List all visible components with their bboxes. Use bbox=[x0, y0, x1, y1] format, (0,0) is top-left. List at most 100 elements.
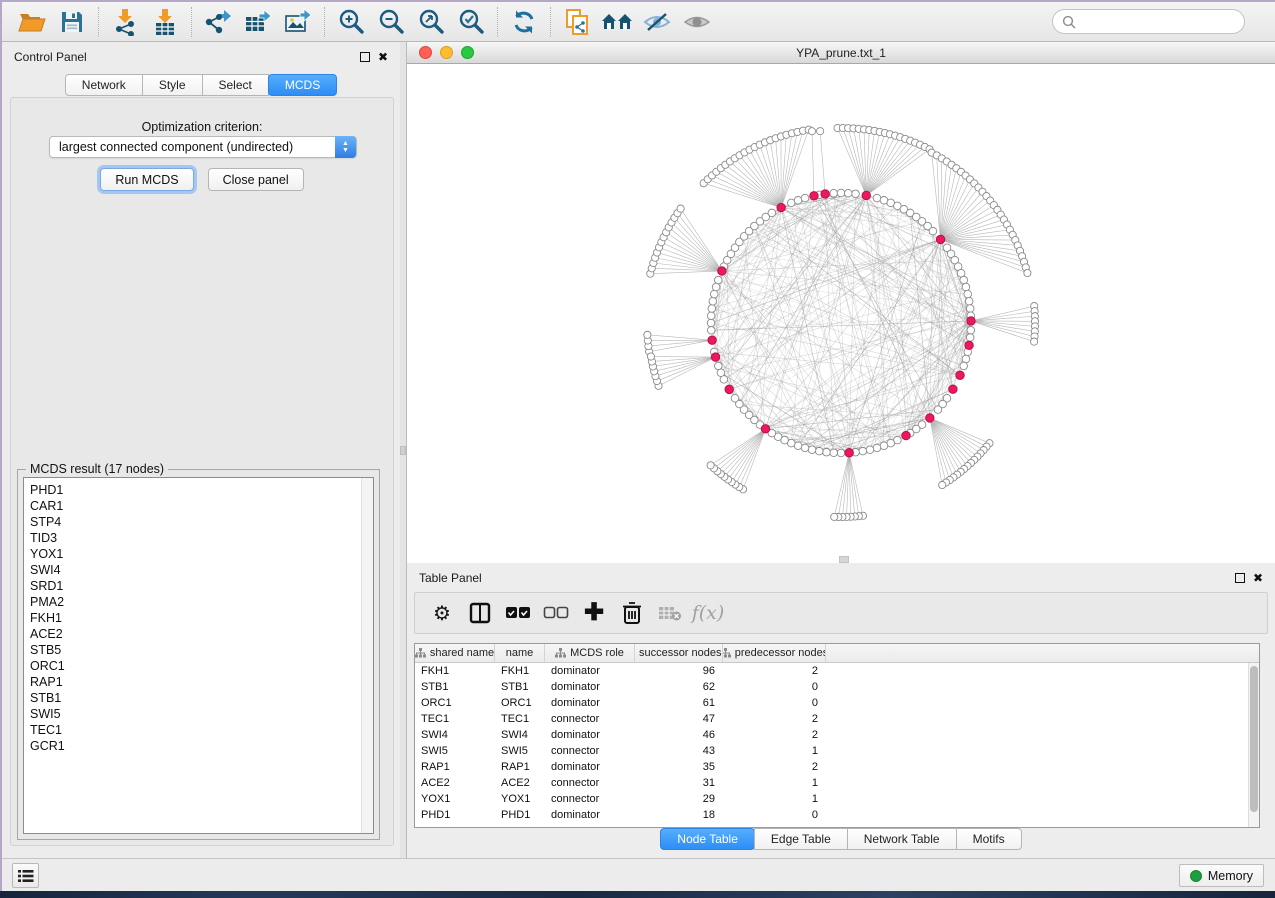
network-node[interactable] bbox=[714, 362, 722, 370]
mcds-result-item[interactable]: RAP1 bbox=[24, 674, 373, 690]
network-node[interactable] bbox=[815, 447, 823, 455]
mcds-result-item[interactable]: STB1 bbox=[24, 690, 373, 706]
table-row[interactable]: ORC1ORC1dominator610 bbox=[415, 695, 1259, 711]
network-node[interactable] bbox=[837, 189, 845, 197]
float-panel-icon[interactable] bbox=[360, 52, 370, 62]
column-header-mcds-role[interactable]: MCDS role bbox=[545, 644, 635, 662]
network-node[interactable] bbox=[880, 442, 888, 450]
network-hub-node[interactable] bbox=[845, 449, 853, 457]
network-leaf-node[interactable] bbox=[1031, 338, 1038, 345]
first-neighbors-button[interactable] bbox=[597, 5, 637, 39]
mcds-result-item[interactable]: SRD1 bbox=[24, 578, 373, 594]
mcds-result-list[interactable]: PHD1CAR1STP4TID3YOX1SWI4SRD1PMA2FKH1ACE2… bbox=[23, 477, 374, 834]
network-leaf-node[interactable] bbox=[831, 513, 838, 520]
network-node[interactable] bbox=[830, 189, 838, 197]
tab-network[interactable]: Network bbox=[65, 74, 143, 96]
mcds-result-item[interactable]: FKH1 bbox=[24, 610, 373, 626]
network-leaf-node[interactable] bbox=[817, 128, 824, 135]
float-table-panel-icon[interactable] bbox=[1235, 573, 1245, 583]
mcds-result-item[interactable]: CAR1 bbox=[24, 498, 373, 514]
network-node[interactable] bbox=[707, 326, 715, 334]
table-row[interactable]: STB1STB1dominator620 bbox=[415, 679, 1259, 695]
network-graph[interactable] bbox=[407, 64, 1275, 560]
result-list-scrollbar[interactable] bbox=[361, 478, 373, 833]
delete-column-button[interactable] bbox=[615, 596, 649, 630]
network-hub-node[interactable] bbox=[708, 336, 716, 344]
show-all-button[interactable] bbox=[677, 5, 717, 39]
network-node[interactable] bbox=[709, 297, 717, 305]
function-builder-button[interactable]: f(x) bbox=[691, 596, 725, 630]
network-node[interactable] bbox=[873, 194, 881, 202]
export-image-button[interactable] bbox=[278, 5, 318, 39]
network-node[interactable] bbox=[801, 194, 809, 202]
network-hub-node[interactable] bbox=[862, 191, 870, 199]
table-scrollbar[interactable] bbox=[1248, 663, 1259, 827]
network-node[interactable] bbox=[710, 290, 718, 298]
zoom-fit-button[interactable] bbox=[411, 5, 451, 39]
network-hub-node[interactable] bbox=[821, 190, 829, 198]
network-node[interactable] bbox=[967, 326, 975, 334]
copy-network-button[interactable] bbox=[557, 5, 597, 39]
table-row[interactable]: RAP1RAP1dominator352 bbox=[415, 759, 1259, 775]
network-hub-node[interactable] bbox=[718, 267, 726, 275]
network-node[interactable] bbox=[801, 444, 809, 452]
network-hub-node[interactable] bbox=[810, 192, 818, 200]
network-leaf-node[interactable] bbox=[644, 331, 651, 338]
tab-select[interactable]: Select bbox=[202, 74, 269, 96]
mcds-result-item[interactable]: SWI4 bbox=[24, 562, 373, 578]
network-leaf-node[interactable] bbox=[808, 128, 815, 135]
network-leaf-node[interactable] bbox=[647, 353, 654, 360]
column-header-shared-name[interactable]: shared name bbox=[415, 644, 495, 662]
network-window-titlebar[interactable]: YPA_prune.txt_1 bbox=[407, 42, 1275, 64]
network-node[interactable] bbox=[866, 446, 874, 454]
network-node[interactable] bbox=[960, 276, 968, 284]
table-row[interactable]: TEC1TEC1connector472 bbox=[415, 711, 1259, 727]
table-row[interactable]: YOX1YOX1connector291 bbox=[415, 791, 1259, 807]
refresh-button[interactable] bbox=[504, 5, 544, 39]
select-all-button[interactable] bbox=[501, 596, 535, 630]
search-input[interactable] bbox=[1081, 15, 1231, 29]
tab-edge-table[interactable]: Edge Table bbox=[754, 828, 848, 850]
network-node[interactable] bbox=[714, 276, 722, 284]
column-header-successor-nodes[interactable]: successor nodes⌄ bbox=[635, 644, 723, 662]
network-node[interactable] bbox=[731, 394, 739, 402]
zoom-selected-button[interactable] bbox=[451, 5, 491, 39]
network-hub-node[interactable] bbox=[711, 353, 719, 361]
network-node[interactable] bbox=[707, 312, 715, 320]
network-node[interactable] bbox=[808, 446, 816, 454]
horizontal-splitter-grip[interactable] bbox=[839, 556, 849, 563]
network-node[interactable] bbox=[964, 290, 972, 298]
network-view[interactable] bbox=[407, 64, 1275, 560]
mcds-result-item[interactable]: GCR1 bbox=[24, 738, 373, 754]
mcds-result-item[interactable]: ACE2 bbox=[24, 626, 373, 642]
hide-selected-button[interactable] bbox=[637, 5, 677, 39]
tab-node-table[interactable]: Node Table bbox=[660, 828, 755, 850]
network-node[interactable] bbox=[837, 449, 845, 457]
scrollbar-thumb[interactable] bbox=[1250, 666, 1258, 812]
network-hub-node[interactable] bbox=[777, 203, 785, 211]
network-node[interactable] bbox=[966, 334, 974, 342]
save-session-button[interactable] bbox=[52, 5, 92, 39]
network-node[interactable] bbox=[830, 449, 838, 457]
network-hub-node[interactable] bbox=[761, 425, 769, 433]
network-node[interactable] bbox=[960, 362, 968, 370]
network-node[interactable] bbox=[768, 209, 776, 217]
search-box[interactable] bbox=[1052, 9, 1245, 34]
network-leaf-node[interactable] bbox=[677, 205, 684, 212]
close-table-panel-icon[interactable]: ✖ bbox=[1253, 572, 1263, 584]
tab-style[interactable]: Style bbox=[142, 74, 203, 96]
delete-table-button[interactable] bbox=[653, 596, 687, 630]
network-hub-node[interactable] bbox=[725, 385, 733, 393]
run-mcds-button[interactable]: Run MCDS bbox=[100, 168, 193, 191]
mcds-result-item[interactable]: STB5 bbox=[24, 642, 373, 658]
mcds-result-item[interactable]: TID3 bbox=[24, 530, 373, 546]
network-node[interactable] bbox=[966, 305, 974, 313]
deselect-all-button[interactable] bbox=[539, 596, 573, 630]
network-node[interactable] bbox=[929, 227, 937, 235]
mcds-result-item[interactable]: STP4 bbox=[24, 514, 373, 530]
mcds-result-item[interactable]: YOX1 bbox=[24, 546, 373, 562]
zoom-out-button[interactable] bbox=[371, 5, 411, 39]
import-table-button[interactable] bbox=[145, 5, 185, 39]
optimization-criterion-dropdown[interactable]: largest connected component (undirected)… bbox=[49, 136, 357, 158]
network-node[interactable] bbox=[712, 283, 720, 291]
